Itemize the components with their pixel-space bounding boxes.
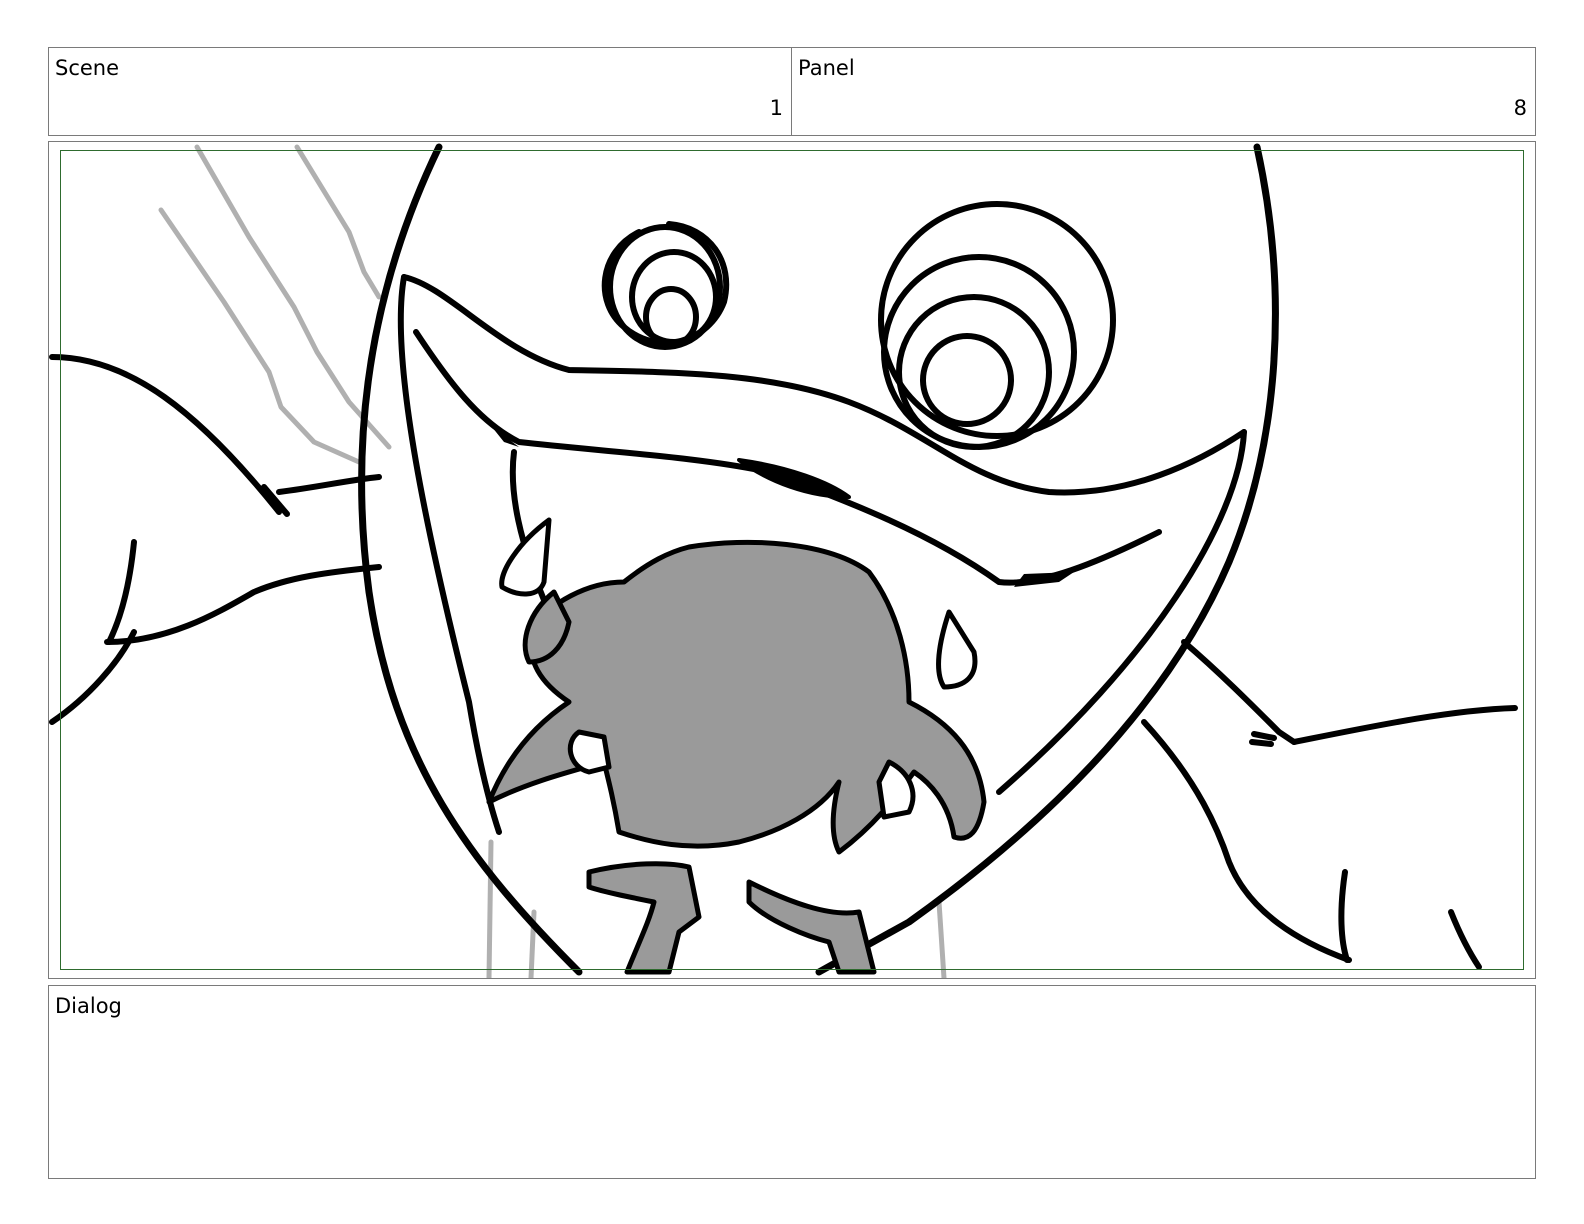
right-arm — [1141, 639, 1518, 970]
scene-number[interactable]: 1 — [770, 98, 783, 119]
scene-field: Scene 1 — [48, 47, 792, 136]
panel-number[interactable]: 8 — [1514, 98, 1527, 119]
left-arm — [49, 354, 382, 725]
eyes — [601, 201, 1116, 450]
dialog-text[interactable] — [55, 1026, 1529, 1172]
tongue-shadow — [737, 458, 851, 499]
panel-label: Panel — [798, 56, 855, 80]
scene-label: Scene — [55, 56, 120, 80]
dialog-label: Dialog — [55, 994, 122, 1018]
panel-artwork — [49, 143, 1518, 978]
storyboard-frame[interactable] — [48, 141, 1536, 979]
character — [486, 539, 987, 975]
panel-field: Panel 8 — [791, 47, 1536, 136]
dialog-field[interactable]: Dialog — [48, 985, 1536, 1179]
